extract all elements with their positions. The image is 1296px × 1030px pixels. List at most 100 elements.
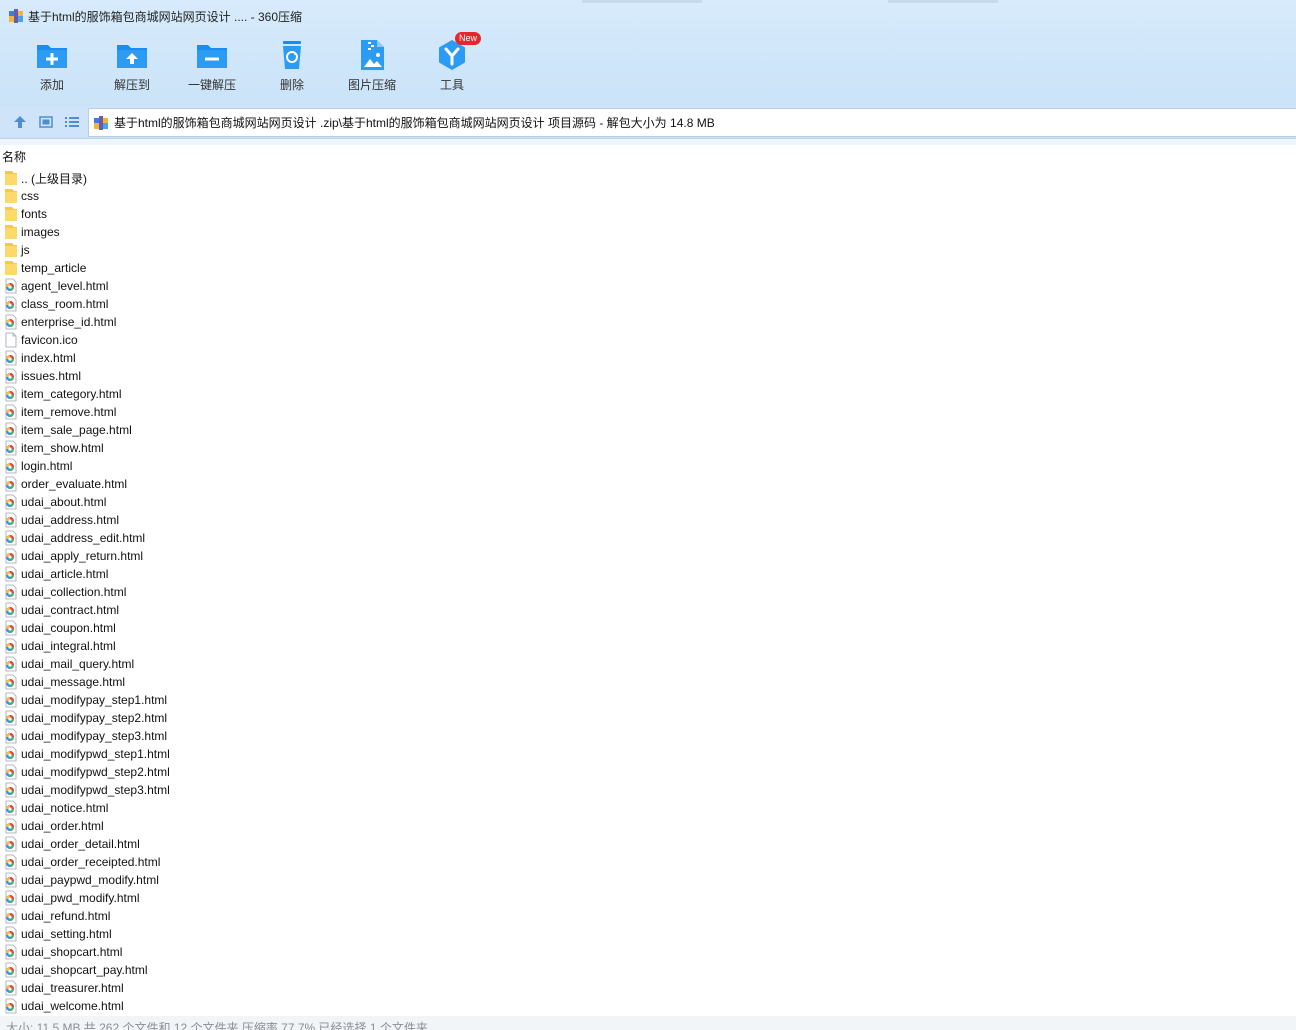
html-file-icon [5, 728, 17, 744]
separator [0, 139, 1296, 145]
file-row[interactable]: issues.html [4, 367, 604, 385]
file-name: .. (上级目录) [21, 171, 87, 186]
file-row[interactable]: index.html [4, 349, 604, 367]
file-row[interactable]: enterprise_id.html [4, 313, 604, 331]
file-row[interactable]: udai_address.html [4, 511, 604, 529]
html-file-icon [5, 800, 17, 816]
html-file-icon [5, 440, 17, 456]
status-text: 大小: 11.5 MB 共 262 个文件和 12 个文件夹 压缩率 77.7%… [6, 1021, 428, 1030]
tools-button[interactable]: New 工具 [412, 32, 492, 98]
folder-row[interactable]: .. (上级目录) [4, 169, 604, 187]
file-row[interactable]: udai_about.html [4, 493, 604, 511]
file-row[interactable]: udai_shopcart_pay.html [4, 961, 604, 979]
extract-to-button[interactable]: 解压到 [92, 38, 172, 98]
file-row[interactable]: favicon.ico [4, 331, 604, 349]
file-row[interactable]: udai_modifypwd_step2.html [4, 763, 604, 781]
file-row[interactable]: udai_setting.html [4, 925, 604, 943]
html-file-icon [5, 746, 17, 762]
file-name: udai_modifypay_step1.html [21, 693, 168, 707]
file-row[interactable]: udai_modifypwd_step1.html [4, 745, 604, 763]
folder-row[interactable]: css [4, 187, 604, 205]
recycle-bin-icon [283, 41, 301, 69]
html-file-icon [5, 602, 17, 618]
folder-icon [5, 189, 17, 203]
file-row[interactable]: item_sale_page.html [4, 421, 604, 439]
folder-minus-icon [197, 45, 227, 68]
up-arrow-icon[interactable] [12, 114, 28, 130]
file-row[interactable]: udai_shopcart.html [4, 943, 604, 961]
html-file-icon [5, 296, 17, 312]
image-compress-label: 图片压缩 [347, 78, 396, 92]
file-name: udai_integral.html [21, 639, 116, 653]
thumbnail-view-icon[interactable] [38, 114, 54, 130]
file-name: login.html [21, 459, 73, 473]
file-row[interactable]: udai_message.html [4, 673, 604, 691]
file-row[interactable]: udai_contract.html [4, 601, 604, 619]
file-row[interactable]: item_show.html [4, 439, 604, 457]
file-row[interactable]: order_evaluate.html [4, 475, 604, 493]
file-row[interactable]: udai_notice.html [4, 799, 604, 817]
file-row[interactable]: udai_treasurer.html [4, 979, 604, 997]
file-row[interactable]: udai_paypwd_modify.html [4, 871, 604, 889]
file-name: udai_order.html [21, 819, 104, 833]
folder-row[interactable]: temp_article [4, 259, 604, 277]
toolbar: 添加 解压到 一键解压 删除 图片压缩 New 工具 [12, 32, 492, 98]
folder-icon [5, 243, 17, 257]
file-row[interactable]: udai_integral.html [4, 637, 604, 655]
new-badge: New [455, 32, 482, 45]
address-path: 基于html的服饰箱包商城网站网页设计 .zip\基于html的服饰箱包商城网站… [114, 116, 715, 130]
file-row[interactable]: item_remove.html [4, 403, 604, 421]
file-name: item_sale_page.html [21, 423, 132, 437]
html-file-icon [5, 926, 17, 942]
file-name: udai_paypwd_modify.html [21, 873, 159, 887]
archive-window: 基于html的服饰箱包商城网站网页设计 .... - 360压缩 添加 解压到 … [0, 0, 1296, 1030]
file-row[interactable]: item_category.html [4, 385, 604, 403]
file-name: order_evaluate.html [21, 477, 128, 491]
file-row[interactable]: udai_apply_return.html [4, 547, 604, 565]
file-row[interactable]: udai_address_edit.html [4, 529, 604, 547]
add-button[interactable]: 添加 [12, 38, 92, 98]
file-row[interactable]: udai_order.html [4, 817, 604, 835]
html-file-icon [5, 782, 17, 798]
file-row[interactable]: udai_modifypwd_step3.html [4, 781, 604, 799]
folder-row[interactable]: js [4, 241, 604, 259]
file-row[interactable]: udai_pwd_modify.html [4, 889, 604, 907]
top-band: 基于html的服饰箱包商城网站网页设计 .... - 360压缩 添加 解压到 … [0, 0, 1296, 106]
file-row[interactable]: login.html [4, 457, 604, 475]
file-row[interactable]: udai_collection.html [4, 583, 604, 601]
file-row[interactable]: udai_refund.html [4, 907, 604, 925]
quick-extract-button[interactable]: 一键解压 [172, 38, 252, 98]
file-name: udai_address_edit.html [21, 531, 146, 545]
image-compress-button[interactable]: 图片压缩 [332, 38, 412, 98]
html-file-icon [5, 620, 17, 636]
file-row[interactable]: udai_coupon.html [4, 619, 604, 637]
file-row[interactable]: udai_mail_query.html [4, 655, 604, 673]
file-name: item_remove.html [21, 405, 117, 419]
html-file-icon [5, 872, 17, 888]
delete-label: 删除 [279, 78, 304, 92]
list-view-icon[interactable] [64, 114, 80, 130]
file-row[interactable]: class_room.html [4, 295, 604, 313]
file-row[interactable]: udai_order_receipted.html [4, 853, 604, 871]
folder-row[interactable]: fonts [4, 205, 604, 223]
image-zip-icon [361, 40, 384, 70]
file-name: index.html [21, 351, 76, 365]
file-row[interactable]: udai_order_detail.html [4, 835, 604, 853]
file-row[interactable]: agent_level.html [4, 277, 604, 295]
file-name: udai_apply_return.html [21, 549, 144, 563]
file-row[interactable]: udai_article.html [4, 565, 604, 583]
file-row[interactable]: udai_welcome.html [4, 997, 604, 1015]
html-file-icon [5, 944, 17, 960]
file-row[interactable]: udai_modifypay_step3.html [4, 727, 604, 745]
file-name: udai_collection.html [21, 585, 127, 599]
address-bar[interactable]: 基于html的服饰箱包商城网站网页设计 .zip\基于html的服饰箱包商城网站… [88, 108, 1296, 137]
html-file-icon [5, 512, 17, 528]
title-bar[interactable]: 基于html的服饰箱包商城网站网页设计 .... - 360压缩 [0, 0, 1296, 32]
column-header-name[interactable]: 名称 [2, 148, 26, 164]
tools-label: 工具 [439, 78, 464, 92]
file-name: udai_coupon.html [21, 621, 116, 635]
file-row[interactable]: udai_modifypay_step2.html [4, 709, 604, 727]
delete-button[interactable]: 删除 [252, 38, 332, 98]
folder-row[interactable]: images [4, 223, 604, 241]
file-row[interactable]: udai_modifypay_step1.html [4, 691, 604, 709]
